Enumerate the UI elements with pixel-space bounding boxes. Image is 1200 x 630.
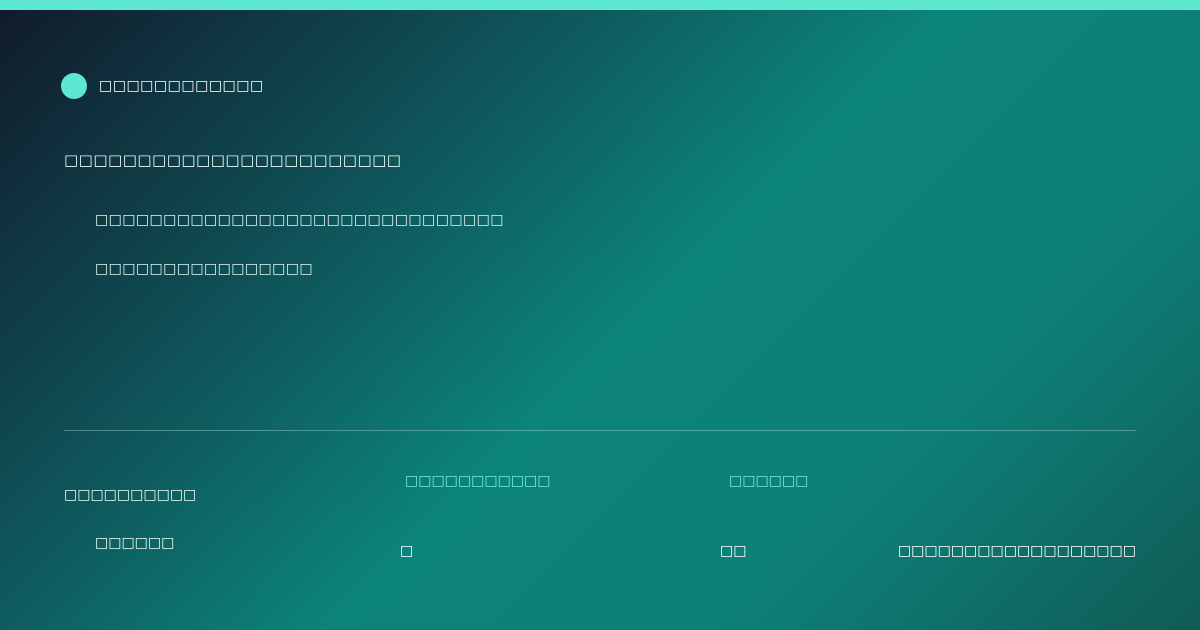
divider: [64, 430, 1136, 431]
body-text-line-1: □□□□□□□□□□□□□□□□□□□□□□□□□□□□□□: [95, 212, 504, 228]
brand-name: □□□□□□□□□□□□: [99, 78, 264, 94]
footer-col2-label: □□□□□□□□□□□: [405, 473, 551, 489]
brand-logo-dot: [61, 73, 87, 99]
body-text-line-2: □□□□□□□□□□□□□□□□: [95, 261, 314, 277]
footer-left-sub: □□□□□□: [95, 535, 175, 551]
footer-col3-value: □□: [720, 543, 747, 559]
headline: □□□□□□□□□□□□□□□□□□□□□□□: [64, 151, 402, 169]
footer-right-value: □□□□□□□□□□□□□□□□□□: [897, 543, 1136, 559]
footer-left-label: □□□□□□□□□□: [64, 487, 197, 503]
brand: □□□□□□□□□□□□: [61, 73, 264, 99]
top-accent-bar: [0, 0, 1200, 10]
footer-col3-label: □□□□□□: [729, 473, 809, 489]
footer-col2-value: □: [400, 543, 414, 559]
